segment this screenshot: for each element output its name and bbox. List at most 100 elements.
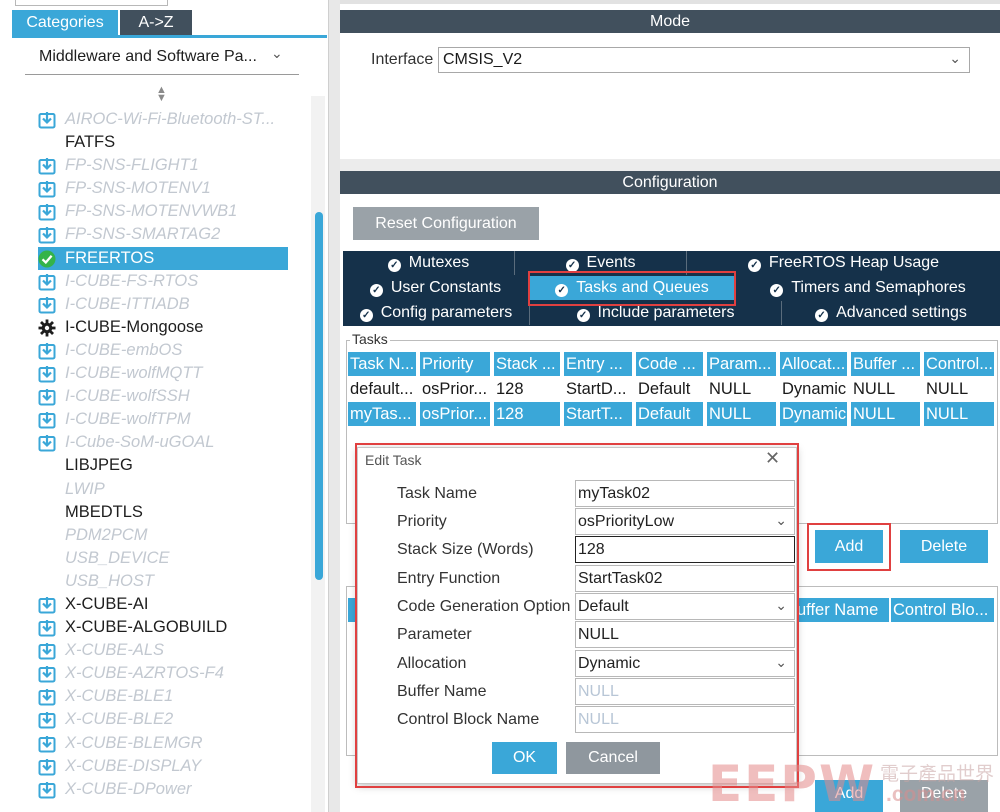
table-cell: StartT...	[564, 402, 634, 426]
column-header[interactable]: Entry ...	[564, 352, 634, 376]
column-header[interactable]: Buffer ...	[851, 352, 922, 376]
panel-splitter[interactable]	[328, 0, 340, 812]
sidebar-item[interactable]: LWIP	[38, 478, 308, 501]
check-circle-icon: ✓	[387, 259, 401, 272]
sort-toggle-icon[interactable]: ▲ ▼	[156, 85, 167, 104]
check-circle-icon	[38, 250, 56, 268]
sidebar-item[interactable]: X-CUBE-BLEMGR	[38, 732, 308, 755]
sidebar-item[interactable]: X-CUBE-ALS	[38, 639, 308, 662]
check-circle-icon: ✓	[770, 284, 784, 297]
tab-label: Config parameters	[380, 304, 513, 321]
tab-user-constants[interactable]: ✓ User Constants	[343, 276, 529, 300]
section-gap	[340, 159, 1000, 171]
delete-task-button[interactable]: Delete	[900, 530, 988, 563]
download-icon	[38, 388, 56, 406]
sidebar-item[interactable]: LIBJPEG	[38, 454, 308, 477]
download-icon	[38, 665, 56, 683]
download-icon	[38, 342, 56, 360]
download-icon	[38, 596, 56, 614]
sidebar-item-label: I-CUBE-wolfTPM	[65, 410, 191, 429]
sidebar-item-label: I-CUBE-embOS	[65, 340, 183, 359]
tab-timers-and-semaphores[interactable]: ✓ Timers and Semaphores	[736, 276, 1000, 300]
table-cell: NULL	[709, 380, 752, 398]
sidebar-item[interactable]: I-Cube-SoM-uGOAL	[38, 431, 308, 454]
tab-a-to-z[interactable]: A->Z	[120, 10, 192, 35]
table-cell: Default	[638, 380, 691, 398]
table-cell: Default	[636, 402, 705, 426]
sidebar-item[interactable]: I-CUBE-ITTIADB	[38, 293, 308, 316]
sidebar-item-label: USB_DEVICE	[65, 548, 170, 567]
table-cell: Dynamic	[782, 380, 847, 398]
watermark-url: .com.cn	[886, 783, 966, 806]
download-icon	[38, 111, 56, 129]
sidebar-item[interactable]: FP-SNS-MOTENV1	[38, 177, 308, 200]
top-strip	[340, 0, 1000, 4]
sidebar-item[interactable]: FP-SNS-MOTENVWB1	[38, 200, 308, 223]
check-circle-icon: ✓	[747, 259, 761, 272]
sidebar-item[interactable]: X-CUBE-AZRTOS-F4	[38, 662, 308, 685]
tab-categories[interactable]: Categories	[12, 10, 118, 35]
dialog-highlight	[355, 443, 799, 788]
check-circle-icon: ✓	[359, 309, 373, 322]
download-icon	[38, 411, 56, 429]
table-cell: NULL	[924, 402, 996, 426]
sidebar-item[interactable]: I-CUBE-wolfTPM	[38, 408, 308, 431]
table-row[interactable]: default... osPrior... 128 StartD... Default N…	[348, 377, 996, 401]
column-header[interactable]: Code ...	[636, 352, 705, 376]
column-header[interactable]: Control...	[924, 352, 996, 376]
sidebar-item-label: I-CUBE-ITTIADB	[65, 294, 190, 313]
sidebar-item[interactable]: X-CUBE-BLE1	[38, 685, 308, 708]
sidebar-item[interactable]: I-CUBE-wolfSSH	[38, 385, 308, 408]
table-row[interactable]: myTas... osPrior... 128 StartT... Default NUL…	[348, 402, 996, 426]
column-header[interactable]: Param...	[707, 352, 778, 376]
sidebar-item[interactable]: I-CUBE-FS-RTOS	[38, 270, 308, 293]
reset-configuration-button[interactable]: Reset Configuration	[353, 207, 539, 240]
sidebar-item[interactable]: X-CUBE-AI	[38, 593, 308, 616]
sidebar-item[interactable]: I-CUBE-wolfMQTT	[38, 362, 308, 385]
tab-config-parameters[interactable]: ✓ Config parameters	[343, 301, 530, 325]
sidebar-item-label: X-CUBE-DPower	[65, 779, 192, 798]
column-header[interactable]: Stack ...	[494, 352, 562, 376]
table-header-row[interactable]: Task N... Priority Stack ... Entry ... Code …	[348, 352, 996, 376]
queue-column-header[interactable]: uffer Name	[795, 598, 889, 622]
sidebar-item-label: X-CUBE-ALGOBUILD	[65, 618, 228, 637]
download-icon	[38, 781, 56, 799]
tab-mutexes[interactable]: ✓ Mutexes	[343, 251, 515, 275]
watermark-logo: EEPW 電子產品世界 .com.cn	[708, 755, 1000, 812]
chevron-down-icon: ⌄	[271, 45, 283, 61]
sidebar-item[interactable]: I-CUBE-Mongoose	[38, 316, 308, 339]
queue-column-header[interactable]: Control Blo...	[891, 598, 994, 622]
tab-advanced-settings[interactable]: ✓ Advanced settings	[782, 301, 1000, 325]
category-select[interactable]: Middleware and Software Pa... ⌄	[25, 41, 299, 75]
tab-label: Advanced settings	[836, 304, 967, 321]
column-header[interactable]: Priority	[420, 352, 492, 376]
column-header[interactable]: Task N...	[348, 352, 418, 376]
sidebar-item-label: LWIP	[65, 479, 105, 498]
sidebar-item[interactable]: FATFS	[38, 131, 308, 154]
download-icon	[38, 180, 56, 198]
sidebar-item[interactable]: X-CUBE-DPower	[38, 778, 308, 801]
column-header[interactable]: Allocat...	[780, 352, 849, 376]
interface-select[interactable]: CMSIS_V2 ⌄	[438, 47, 970, 73]
table-cell: NULL	[926, 380, 969, 398]
sidebar-item[interactable]: X-CUBE-BLE2	[38, 708, 308, 731]
sidebar-item[interactable]: X-CUBE-ALGOBUILD	[38, 616, 308, 639]
sidebar-item-label: FP-SNS-SMARTAG2	[65, 225, 221, 244]
download-icon	[38, 688, 56, 706]
sidebar-item[interactable]: USB_DEVICE	[38, 547, 308, 570]
sidebar-item[interactable]: X-CUBE-DISPLAY	[38, 755, 308, 778]
tab-label: User Constants	[390, 279, 502, 296]
table-cell: default...	[350, 380, 414, 398]
sidebar-item-label: X-CUBE-DISPLAY	[65, 756, 202, 775]
sidebar-item[interactable]: PDM2PCM	[38, 524, 308, 547]
sidebar-item[interactable]: AIROC-Wi-Fi-Bluetooth-ST...	[38, 108, 308, 131]
sidebar-item[interactable]: MBEDTLS	[38, 501, 308, 524]
watermark-mark: EEPW	[708, 755, 877, 812]
sidebar-item[interactable]: USB_HOST	[38, 570, 308, 593]
sidebar-item-label: I-CUBE-FS-RTOS	[65, 271, 199, 290]
sidebar-item[interactable]: FP-SNS-SMARTAG2	[38, 223, 308, 246]
sidebar-scrollbar-thumb[interactable]	[315, 212, 323, 580]
sidebar-item[interactable]: FREERTOS	[38, 246, 288, 270]
sidebar-item[interactable]: I-CUBE-embOS	[38, 339, 308, 362]
sidebar-item[interactable]: FP-SNS-FLIGHT1	[38, 154, 308, 177]
